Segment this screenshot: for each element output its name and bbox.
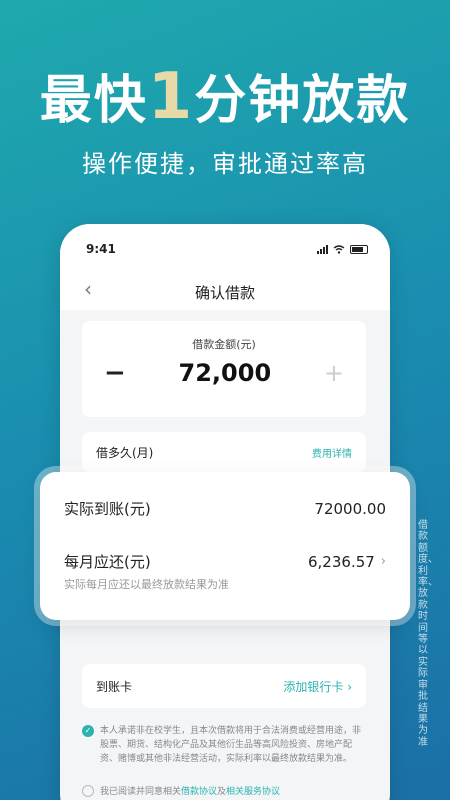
term-card[interactable]: 借多久(月) 费用详情: [82, 432, 366, 472]
wifi-icon: [333, 244, 345, 254]
received-label: 实际到账(元): [64, 500, 151, 518]
agreement-prefix: 我已阅读并同意相关: [100, 787, 182, 797]
bank-label: 到账卡: [96, 679, 133, 694]
monthly-value-group[interactable]: 6,236.57 ›: [308, 553, 386, 571]
signal-icon: [317, 244, 328, 254]
received-value: 72000.00: [314, 499, 386, 518]
status-icons: [317, 244, 368, 254]
chevron-right-icon: ›: [380, 554, 386, 569]
nav-bar: ‹ 确认借款: [60, 274, 390, 310]
amount-row: − 72,000 +: [82, 358, 366, 388]
status-time: 9:41: [86, 242, 116, 256]
monthly-value: 6,236.57: [308, 552, 375, 571]
headline-number: 1: [147, 60, 195, 134]
notice-text: 本人承诺非在校学生，且本次借款将用于合法消费或经营用途，非股票、期货、结构化产品…: [100, 726, 362, 764]
amount-label: 借款金额(元): [192, 338, 256, 351]
chevron-left-icon[interactable]: ‹: [84, 277, 92, 301]
loan-agreement-link[interactable]: 借款协议: [181, 787, 217, 797]
promo-headline: 最快1分钟放款: [0, 62, 450, 136]
promo-subtitle: 操作便捷，审批通过率高: [82, 150, 368, 178]
bank-card-row[interactable]: 到账卡 添加银行卡 ›: [82, 664, 366, 708]
agreement-row: 我已阅读并同意相关借款协议及相关服务协议: [82, 784, 366, 797]
add-bank-card-link[interactable]: 添加银行卡 ›: [283, 678, 352, 695]
agreement-radio-icon[interactable]: [82, 784, 94, 797]
commitment-notice: ✓ 本人承诺非在校学生，且本次借款将用于合法消费或经营用途，非股票、期货、结构化…: [82, 724, 366, 766]
headline-suffix: 分钟放款: [194, 71, 411, 131]
increase-button[interactable]: +: [324, 359, 344, 387]
amount-card: 借款金额(元) − 72,000 +: [82, 321, 366, 417]
status-bar: 9:41: [60, 224, 390, 274]
monthly-label: 每月应还(元): [64, 553, 151, 571]
checkmark-icon[interactable]: ✓: [82, 725, 94, 737]
agreement-text: 我已阅读并同意相关借款协议及相关服务协议: [100, 784, 280, 797]
battery-icon: [350, 244, 368, 254]
repayment-summary-card: 实际到账(元) 72000.00 每月应还(元) 6,236.57 › 实际每月应…: [40, 472, 410, 620]
received-row: 实际到账(元) 72000.00: [64, 498, 386, 519]
side-disclaimer: 借款额度、利率、放款时间等以实际审批结果为准: [418, 520, 438, 748]
service-agreement-link[interactable]: 相关服务协议: [226, 787, 280, 797]
headline-prefix: 最快: [39, 71, 148, 131]
decrease-button[interactable]: −: [104, 358, 126, 388]
monthly-note: 实际每月应还以最终放款结果为准: [64, 578, 229, 591]
amount-value[interactable]: 72,000: [179, 359, 272, 387]
agreement-join: 及: [217, 787, 227, 797]
term-label: 借多久(月): [96, 445, 154, 460]
monthly-row[interactable]: 每月应还(元) 6,236.57 ›: [64, 551, 386, 572]
nav-title: 确认借款: [194, 283, 255, 302]
fee-details-link[interactable]: 费用详情: [312, 445, 352, 460]
